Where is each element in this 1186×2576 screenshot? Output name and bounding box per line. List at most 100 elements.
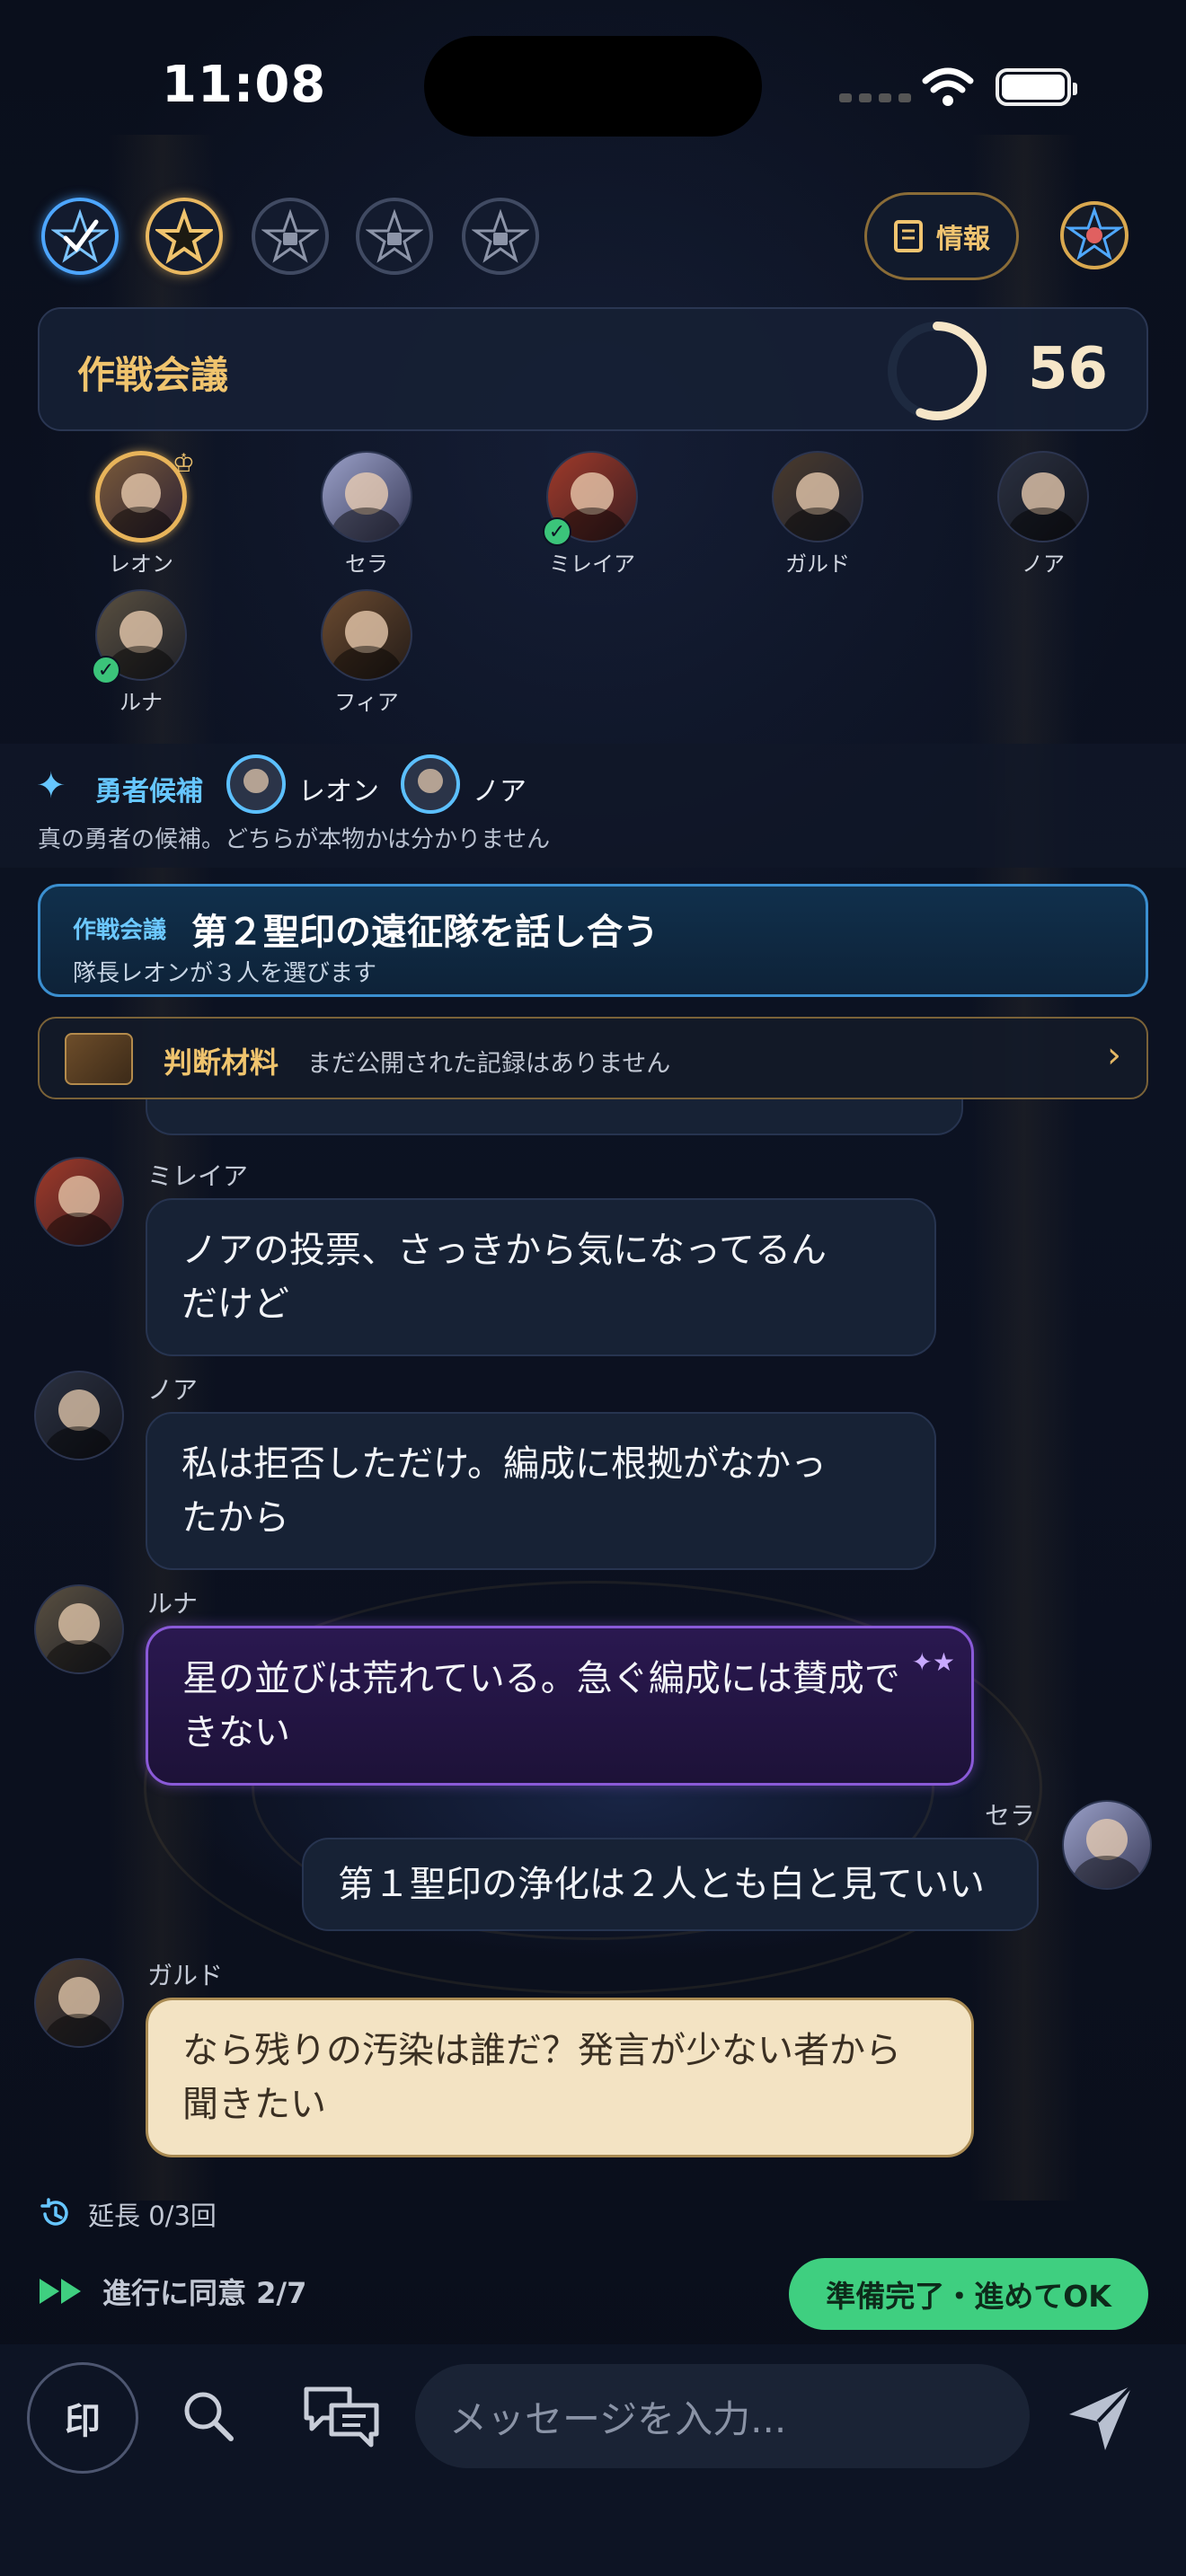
timer-value: 56 [1028,336,1109,402]
phase-bar: 作戦会議 56 [38,307,1148,431]
round-badge-1-completed[interactable] [41,198,119,275]
player-slot[interactable]: ノア [949,451,1137,578]
round-badge-4[interactable] [356,198,433,275]
player-name: ノア [1022,551,1065,577]
hero-candidates-label: 勇者候補 [95,776,203,807]
sparkle-stars-icon: ✦★ [911,1647,955,1677]
topic-subtitle: 隊長レオンが３人を選びます [73,960,377,987]
agree-label: 進行に同意 2/7 [102,2276,307,2310]
topic-tag: 作戦会議 [73,917,167,944]
message-bubble-partial [146,1099,963,1135]
seal-button[interactable]: 印 [27,2362,138,2474]
candidate-name: ノア [473,776,527,807]
check-icon: ✓ [543,517,571,546]
message-avatar[interactable] [34,1584,124,1674]
candidate-avatar [226,754,286,814]
message-avatar[interactable] [34,1958,124,2048]
player-slot[interactable]: ♔ レオン [47,448,235,578]
signal-icon [839,93,911,102]
player-slot[interactable]: セラ [272,451,461,578]
message-line: たから [181,1497,289,1539]
battery-icon [996,68,1077,106]
evidence-text: まだ公開された記録はありません [307,1050,671,1078]
history-icon [40,2198,68,2226]
chat-log[interactable]: ミレイア ノアの投票、さっきから気になってるん だけど ノア 私は拒否しただけ。… [0,1099,1186,2184]
message-avatar[interactable] [34,1371,124,1460]
search-button[interactable] [173,2380,244,2452]
avatar [321,589,412,681]
timer-ring [888,322,987,420]
chat-bubbles-icon [304,2386,379,2448]
pentagram-icon [261,208,319,263]
emblem-icon[interactable] [1058,199,1130,271]
send-icon[interactable] [1060,2377,1141,2457]
message-bubble: ノアの投票、さっきから気になってるん だけど [146,1198,936,1356]
avatar: ✓ [92,589,187,684]
wifi-icon [922,67,974,106]
avatar: ♔ [95,448,195,543]
message-line: ノアの投票、さっきから気になってるん [181,1230,827,1271]
pentagram-check-icon [51,208,109,263]
message-bubble-self: 第１聖印の浄化は２人とも白と見ていい [302,1838,1039,1931]
topic-title: 第２聖印の遠征隊を話し合う [191,912,659,953]
player-name: セラ [345,551,388,577]
message-sender: ノア [147,1375,199,1405]
player-slot[interactable]: ガルド [723,451,912,578]
player-name: ガルド [785,551,850,577]
star-icon [155,207,213,264]
phase-title: 作戦会議 [77,353,229,397]
info-button-label: 情報 [936,224,990,255]
message-sender: ガルド [147,1961,224,1990]
message-bubble-highlighted: ✦★ 星の並びは荒れている。急ぐ編成には賛成で きない [146,1626,974,1786]
ready-button[interactable]: 準備完了・進めてOK [789,2258,1148,2330]
info-button[interactable]: 情報 [864,192,1019,280]
message-sender: ミレイア [147,1161,249,1191]
message-sender: セラ [985,1801,1036,1831]
message-line: だけど [181,1284,289,1325]
evidence-bar[interactable]: 判断材料 まだ公開された記録はありません › [38,1017,1148,1099]
evidence-label: 判断材料 [164,1045,279,1080]
player-slot[interactable]: フィア [272,589,461,716]
round-badge-5[interactable] [462,198,539,275]
message-line: 聞きたい [182,2084,326,2125]
check-icon: ✓ [92,656,120,684]
player-slot[interactable]: ✓ ミレイア [498,451,686,578]
player-name: フィア [334,690,399,715]
player-name: ミレイア [549,551,635,577]
player-name: レオン [109,551,173,577]
pentagram-icon [366,208,423,263]
fast-forward-icon [40,2279,81,2304]
agree-status: 進行に同意 2/7 [38,2271,306,2312]
message-line: きない [182,1712,290,1753]
message-avatar[interactable] [34,1157,124,1247]
message-composer: 印 メッセージを入力... [0,2344,1186,2576]
message-avatar[interactable] [1062,1800,1152,1890]
avatar [997,451,1089,543]
message-bubble-system: なら残りの汚染は誰だ？発言が少ない者から 聞きたい [146,1998,974,2157]
avatar [321,451,412,543]
evidence-book-icon [65,1033,133,1085]
round-badge-2-current[interactable] [146,198,223,275]
message-line: 星の並びは荒れている。急ぐ編成には賛成で [182,1658,900,1699]
book-icon [894,220,923,252]
avatar: ✓ [543,451,638,546]
chevron-right-icon: › [1107,1035,1121,1076]
message-sender: ルナ [147,1589,199,1619]
chat-templates-button[interactable] [298,2380,385,2452]
round-badge-3[interactable] [252,198,329,275]
search-icon [184,2392,234,2441]
message-bubble: 私は拒否しただけ。編成に根拠がなかっ たから [146,1412,936,1570]
message-line: 私は拒否しただけ。編成に根拠がなかっ [181,1443,827,1485]
extension-label: 延長 0/3回 [88,2201,217,2231]
dynamic-island [424,36,762,137]
crown-icon: ♔ [172,448,195,478]
topic-card: 作戦会議 第２聖印の遠征隊を話し合う 隊長レオンが３人を選びます [38,884,1148,997]
player-slot[interactable]: ✓ ルナ [47,589,235,716]
extension-status: 延長 0/3回 [38,2195,217,2233]
pentagram-icon [472,208,529,263]
message-input[interactable]: メッセージを入力... [415,2364,1030,2468]
avatar [772,451,863,543]
hero-candidates-description: 真の勇者の候補。どちらが本物かは分かりません [38,826,551,853]
candidate-avatar [401,754,460,814]
sparkle-icon: ✦ [36,765,66,807]
